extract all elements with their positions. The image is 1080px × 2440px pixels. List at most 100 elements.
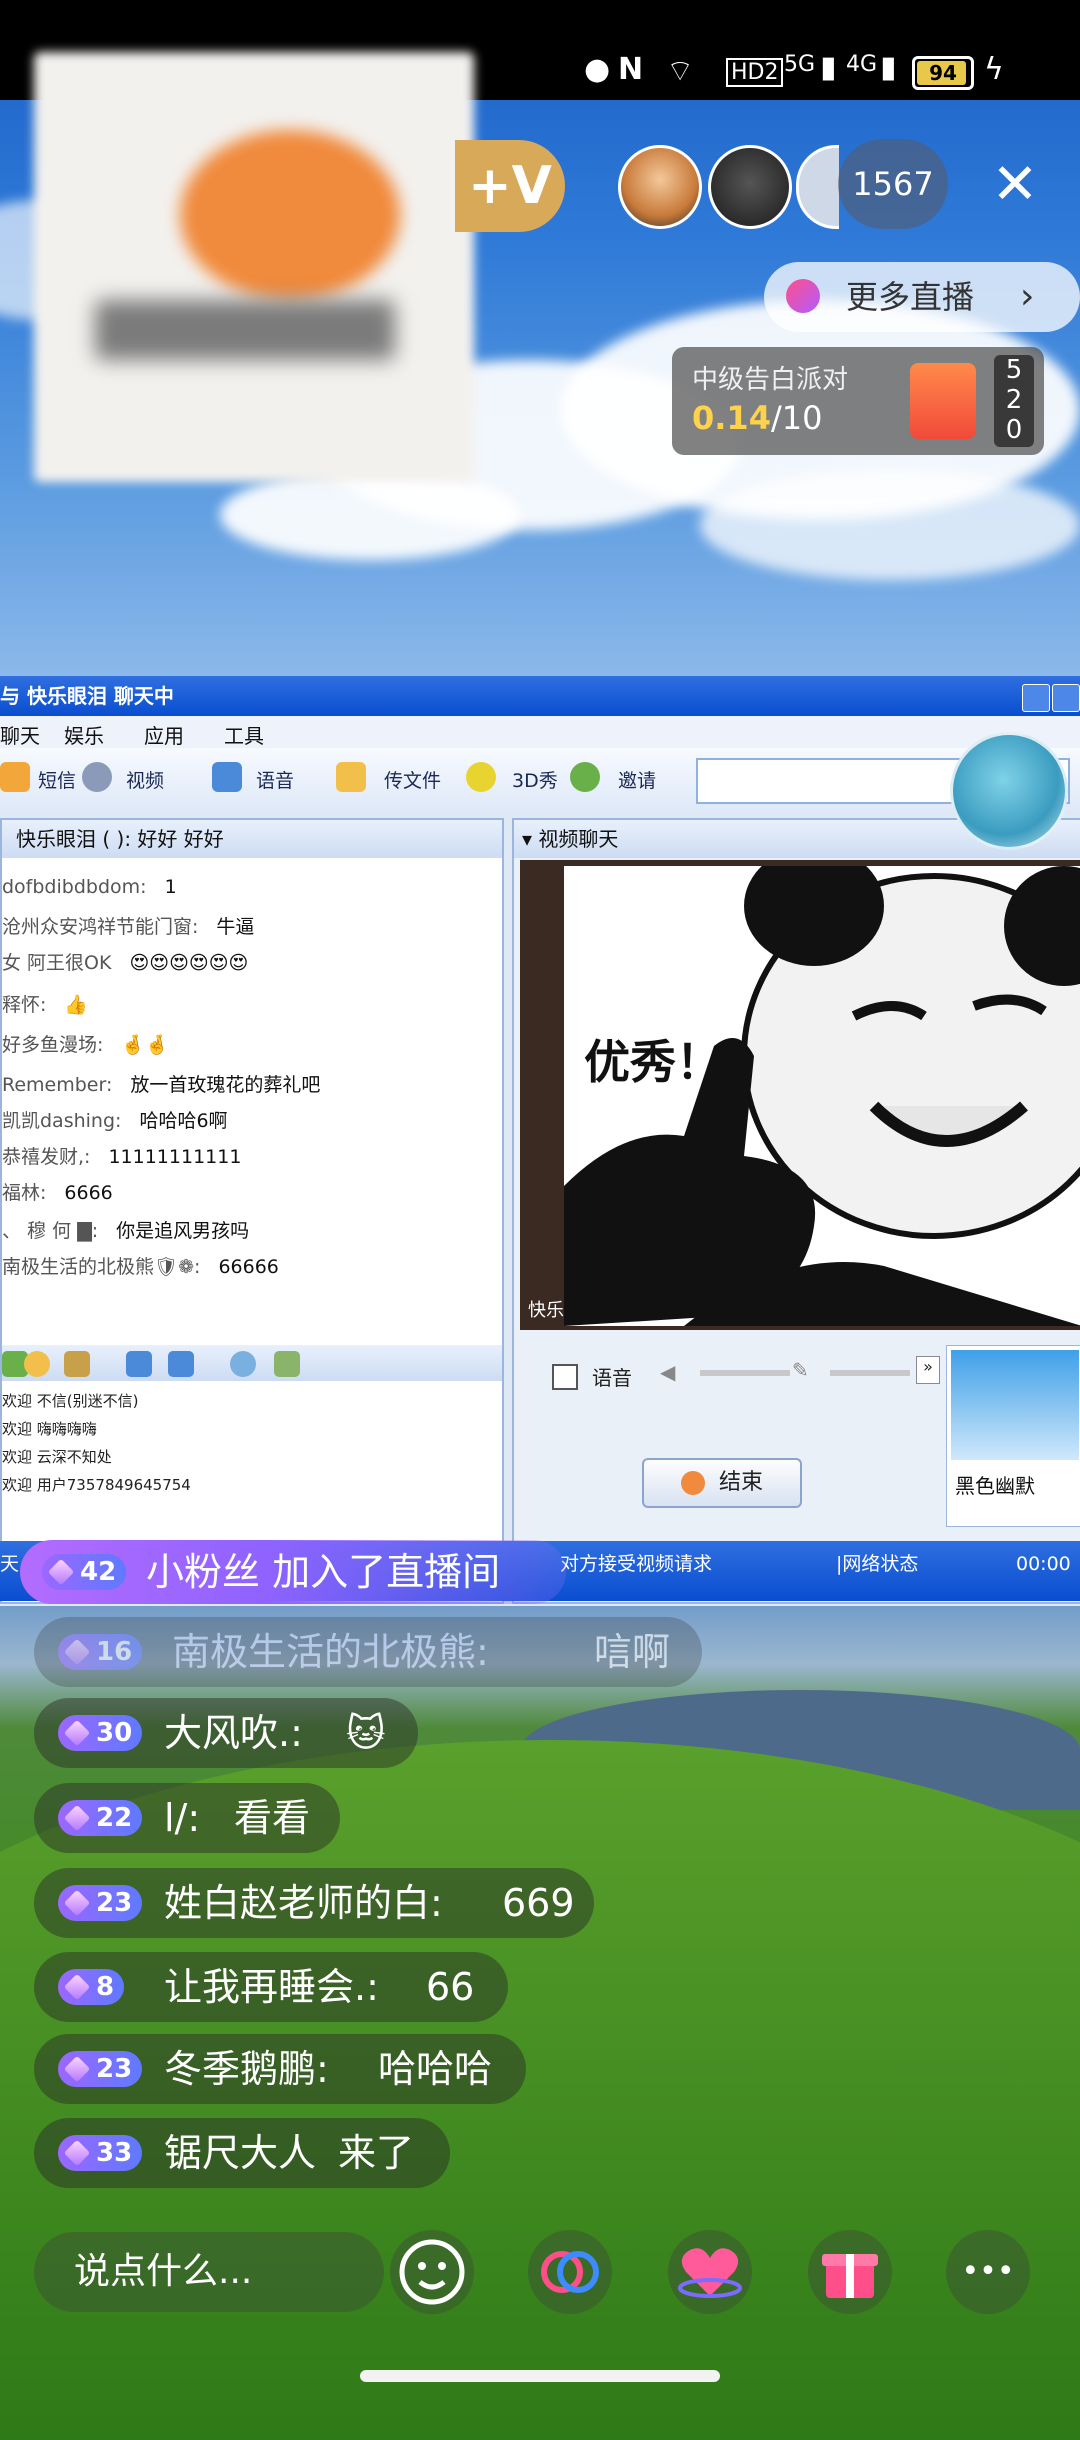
chat-message: 沧州众安鸿祥节能门窗: 牛逼: [2, 916, 255, 938]
sms-icon: [0, 762, 30, 792]
comment-item[interactable]: 23 姓白赵老师的白: 669: [34, 1868, 594, 1938]
menu-item: 娱乐: [64, 724, 104, 748]
event-counter-digit: 5: [1005, 355, 1023, 385]
video-side-label: 快乐: [528, 1300, 564, 1321]
panda-meme-illustration: [564, 866, 1080, 1326]
welcome-notice: 欢迎 云深不知处: [2, 1448, 112, 1466]
viewer-count[interactable]: 1567: [838, 139, 948, 229]
live-icon: [786, 279, 820, 313]
invite-icon: [570, 762, 600, 792]
gem-icon: [63, 1889, 91, 1917]
status-message: 对方接受视频请求: [560, 1553, 713, 1575]
video-chat-panel: ▾ 视频聊天 优秀！ 快乐 语音 ◀ ✎ » 结束 黑色幽默: [512, 818, 1080, 1604]
event-banner[interactable]: 中级告白派对 0.14/10 5 2 0: [672, 347, 1044, 455]
gem-icon: [63, 2139, 91, 2167]
chevron-right-icon: ›: [1020, 276, 1035, 317]
toolbar-3dshow: 3D秀: [512, 770, 558, 792]
mascot-widget-icon[interactable]: [950, 732, 1068, 850]
chat-message: 女 阿王很OK 😍😍😍😍😍😍: [2, 952, 249, 974]
comment-user: 冬季鹅鹏:: [164, 2047, 329, 2091]
comment-item[interactable]: 16 南极生活的北极熊: 唁啊: [34, 1617, 702, 1687]
heart-like-icon[interactable]: [668, 2230, 752, 2314]
screenshot-icon: [168, 1351, 194, 1377]
comment-item[interactable]: 22 l/: 看看: [34, 1783, 340, 1853]
comment-text: 来了: [338, 2131, 415, 2175]
nfc-icon: N: [618, 52, 644, 87]
charging-icon: ϟ: [984, 52, 1004, 87]
welcome-notice: 欢迎 用户7357849645754: [2, 1476, 191, 1494]
level-badge: 42: [42, 1554, 127, 1590]
call-timer: 00:00: [1016, 1553, 1071, 1575]
emoji-face-icon[interactable]: [390, 2230, 474, 2314]
more-live-button[interactable]: 更多直播 ›: [764, 262, 1080, 332]
signal-bars-icon: ▮: [880, 50, 897, 85]
event-counter-digit: 0: [1005, 415, 1023, 445]
gift-box-icon: [910, 363, 976, 439]
toolbar-voice: 语音: [256, 770, 295, 792]
history-icon: [274, 1351, 300, 1377]
level-badge: 23: [58, 2051, 143, 2087]
join-notice[interactable]: 42 小粉丝 加入了直播间: [20, 1540, 566, 1604]
microphone-icon: [212, 762, 242, 792]
comment-item[interactable]: 8 让我再睡会.: 66: [34, 1952, 508, 2022]
welcome-notice: 欢迎 不信(别迷不信): [2, 1392, 139, 1410]
camera-icon: [82, 762, 112, 792]
mic-slider: [830, 1370, 910, 1376]
window-menubar: 聊天 娱乐 应用 工具: [0, 716, 1080, 748]
close-icon[interactable]: ✕: [980, 145, 1050, 225]
music-icon: [230, 1351, 256, 1377]
chat-header-text: 快乐眼泪 ( ): 好好 好好: [16, 827, 224, 851]
comment-item[interactable]: 33 锯尺大人 来了: [34, 2118, 450, 2188]
volume-slider: [700, 1370, 790, 1376]
viewer-avatar[interactable]: [618, 145, 702, 229]
signal-bars-icon: ▮: [820, 50, 837, 85]
menu-item: 聊天: [0, 724, 40, 748]
more-live-label: 更多直播: [846, 278, 975, 316]
end-call-button: 结束: [642, 1458, 802, 1508]
viewer-avatar[interactable]: [708, 145, 792, 229]
signal-5g-label: 5G: [784, 52, 816, 77]
comment-text: 669: [502, 1881, 575, 1925]
comment-user: l/:: [164, 1796, 201, 1840]
contact-card: 黑色幽默: [946, 1345, 1080, 1527]
chat-header: 快乐眼泪 ( ): 好好 好好: [2, 820, 502, 858]
transfer-file-icon: [336, 762, 366, 792]
toolbar-transfer: 传文件: [384, 770, 442, 792]
comment-text: 唁啊: [594, 1630, 671, 1674]
chat-message: dofbdibdbdom: 1: [2, 876, 177, 898]
chat-log-panel: 快乐眼泪 ( ): 好好 好好 dofbdibdbdom: 1 沧州众安鸿祥节能门…: [0, 818, 504, 1604]
comment-user: 让我再睡会.:: [164, 1965, 379, 2009]
contact-name: 黑色幽默: [955, 1474, 1035, 1498]
comment-item[interactable]: 23 冬季鹅鹏: 哈哈哈: [34, 2034, 526, 2104]
more-options-icon[interactable]: •••: [946, 2230, 1030, 2314]
shared-desktop-window: 与 快乐眼泪 聊天中 聊天 娱乐 应用 工具 短信 视频 语音 传文件 3D秀 …: [0, 676, 1080, 1606]
gift-icon[interactable]: [808, 2230, 892, 2314]
contact-photo: [951, 1350, 1079, 1460]
chat-message: Remember: 放一首玫瑰花的葬礼吧: [2, 1074, 321, 1096]
level-badge: 16: [58, 1634, 143, 1670]
streamer-avatar[interactable]: [180, 130, 400, 300]
magic-icon: [64, 1351, 90, 1377]
menu-item: 工具: [224, 724, 264, 748]
chat-message: 恭禧发财,: 11111111111: [2, 1146, 242, 1168]
chat-iconbar: [2, 1345, 502, 1381]
menu-item: 应用: [144, 724, 184, 748]
status-left: 天: [0, 1553, 20, 1575]
comment-input[interactable]: 说点什么...: [34, 2232, 384, 2312]
follow-button[interactable]: +V: [455, 140, 565, 232]
home-indicator[interactable]: [360, 2370, 720, 2382]
chat-message: 南极生活的北极熊🛡❁: 66666: [2, 1256, 279, 1278]
maximize-icon: [1052, 684, 1080, 712]
video-header-text: ▾ 视频聊天: [522, 827, 619, 851]
wifi-icon: ⌔: [666, 54, 695, 89]
level-badge: 33: [58, 2135, 143, 2171]
link-mic-icon[interactable]: [528, 2230, 612, 2314]
level-badge: 8: [58, 1969, 125, 2005]
comment-user: 锯尺大人: [164, 2131, 317, 2175]
comment-text: 🐱: [346, 1711, 386, 1755]
comment-item[interactable]: 30 大风吹.: 🐱: [34, 1698, 418, 1768]
voice-checkbox: [552, 1364, 578, 1390]
battery-icon: 94: [912, 56, 974, 90]
end-call-label: 结束: [718, 1470, 763, 1495]
gem-icon: [63, 1804, 91, 1832]
